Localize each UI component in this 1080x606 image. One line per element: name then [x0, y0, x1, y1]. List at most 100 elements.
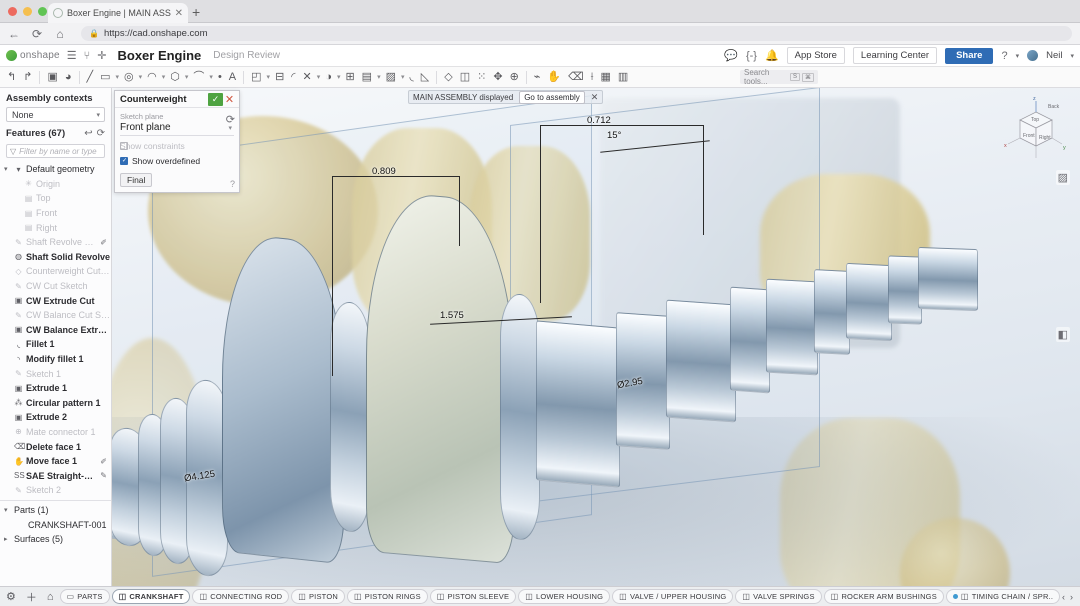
feature-tree-item[interactable]: ⊕ Mate connector 1 — [0, 425, 111, 440]
dim-15-deg[interactable]: 15° — [607, 130, 621, 141]
reload-icon[interactable]: ⟳ — [31, 27, 43, 41]
comment-icon[interactable]: 💬 — [724, 49, 738, 62]
feature-tree-item[interactable]: ◝ Modify fillet 1 — [0, 352, 111, 367]
document-tab[interactable]: ◫ LOWER HOUSING — [518, 589, 611, 604]
section-icon[interactable]: ▦ — [598, 71, 614, 83]
crankpin-journal-1[interactable] — [330, 299, 370, 535]
feature-tree-item[interactable]: ✎ Sketch 2 — [0, 483, 111, 498]
refresh-icon[interactable]: ⟳ — [97, 128, 105, 139]
shaft-segment-c[interactable] — [666, 299, 736, 423]
draft-icon[interactable]: ▨ — [383, 71, 399, 83]
feature-tree-item[interactable]: ⌫ Delete face 1 — [0, 439, 111, 454]
home-tab-icon[interactable]: ⌂ — [43, 591, 58, 603]
blob-icon[interactable]: ◕ — [62, 71, 75, 83]
shaft-segment-d[interactable] — [730, 286, 770, 394]
scroll-left-icon[interactable]: ‹ — [1062, 592, 1065, 602]
undo-icon[interactable]: ↰ — [4, 71, 19, 83]
chevron-icon[interactable]: ▸ — [4, 535, 11, 543]
view-cube-graphic[interactable]: Top Front Right Back z x y — [1000, 94, 1072, 166]
app-store-button[interactable]: App Store — [786, 47, 845, 64]
edit-pencil-icon[interactable]: ✎ — [100, 471, 107, 480]
feature-tree-item[interactable]: ▣CW Balance Extrude Cut — [0, 323, 111, 338]
shaft-segment-f[interactable] — [814, 269, 850, 355]
chamfer-icon[interactable]: ◺ — [418, 71, 432, 83]
dim-1-575[interactable]: 1.575 — [440, 310, 464, 321]
shell-icon[interactable]: ▤ — [359, 71, 375, 83]
mirror-icon[interactable]: ◫ — [457, 71, 473, 83]
sketch-feature-dialog[interactable]: Counterweight ✓ ✕ ⟳ Sketch plane Front p… — [114, 90, 240, 193]
chevron-down-icon[interactable]: ▾ — [266, 74, 272, 81]
feature-tree-item[interactable]: ▾ ▾ Default geometry — [0, 162, 111, 177]
counterweight-web-2-selected[interactable] — [366, 189, 514, 565]
feature-tree-item[interactable]: ✎ CW Balance Cut Sketch — [0, 308, 111, 323]
chevron-down-icon[interactable]: ▾ — [336, 74, 342, 81]
edit-pencil-icon[interactable]: ✐ — [100, 457, 107, 466]
document-tab[interactable]: ◫ PISTON RINGS — [346, 589, 428, 604]
delete-face-icon[interactable]: ⌫ — [565, 71, 587, 83]
feature-tree-group[interactable]: CRANKSHAFT-001 — [0, 517, 111, 532]
help-icon[interactable]: ? — [1001, 50, 1007, 62]
sketch-icon[interactable]: ▣ — [44, 71, 60, 83]
chevron-down-icon[interactable]: ▾ — [138, 74, 144, 81]
show-constraints-row[interactable]: Show constraints — [120, 141, 234, 151]
show-overdefined-row[interactable]: Show overdefined — [120, 156, 234, 166]
shaft-segment-h[interactable] — [888, 255, 922, 325]
revolve-icon[interactable]: ⊟ — [272, 71, 287, 83]
chevron-down-icon[interactable]: ▾ — [115, 74, 121, 81]
url-input[interactable]: 🔒 https://cad.onshape.com — [81, 26, 1072, 41]
add-tab-icon[interactable]: ＋ — [22, 589, 41, 605]
scroll-right-icon[interactable]: › — [1070, 592, 1073, 602]
document-tab[interactable]: ◫ VALVE / UPPER HOUSING — [612, 589, 734, 604]
feature-tree-item[interactable]: ▤ Front — [0, 206, 111, 221]
help-icon[interactable]: ? — [230, 179, 235, 189]
arc-icon[interactable]: ◠ — [144, 71, 160, 83]
share-button[interactable]: Share — [945, 47, 994, 64]
thicken-icon[interactable]: ◑ — [322, 71, 335, 83]
history-icon[interactable]: ↩ — [84, 128, 92, 139]
edit-pencil-icon[interactable]: ✐ — [100, 238, 107, 247]
chevron-down-icon[interactable]: ▾ — [376, 74, 382, 81]
avatar[interactable] — [1027, 50, 1039, 61]
chevron-down-icon[interactable]: ▾ — [400, 74, 406, 81]
chevron-icon[interactable]: ▾ — [4, 165, 11, 173]
sketch-plane-value[interactable]: Front plane ▾ — [120, 122, 234, 133]
close-window-button[interactable] — [8, 7, 17, 16]
feature-tree-item[interactable]: ◇ Counterweight Cut Plane — [0, 264, 111, 279]
rib-icon[interactable]: ⊞ — [342, 71, 357, 83]
counterweight-web-1[interactable] — [222, 231, 344, 565]
boolean-icon[interactable]: ⊕ — [507, 71, 522, 83]
feature-tree-item[interactable]: ▤ Top — [0, 191, 111, 206]
document-tab[interactable]: ◫ ROCKER ARM BUSHINGS — [823, 589, 944, 604]
dim-0-809[interactable]: 0.809 — [372, 166, 396, 177]
search-tools-input[interactable]: Search tools... S ⌘ — [740, 68, 818, 86]
redo-icon[interactable]: ↱ — [20, 71, 35, 83]
forward-icon[interactable]: → — [8, 29, 20, 39]
browser-tab[interactable]: Boxer Engine | MAIN ASSEMB ✕ — [48, 3, 188, 23]
transform-icon[interactable]: ✥ — [490, 71, 505, 83]
section-view-icon[interactable]: ◧ — [1055, 327, 1070, 342]
menu-icon[interactable]: ☰ — [67, 49, 77, 62]
shaft-segment-i[interactable] — [918, 246, 978, 312]
document-tab[interactable]: ◫ CONNECTING ROD — [192, 589, 290, 604]
spline-icon[interactable]: ⌒ — [190, 71, 207, 83]
assembly-contexts-select[interactable]: None ▾ — [6, 107, 105, 122]
document-tab[interactable]: ▭ PARTS — [59, 589, 110, 604]
document-tab[interactable]: ◫ PISTON SLEEVE — [429, 589, 517, 604]
sweep-icon[interactable]: ◜ — [288, 71, 298, 83]
measure-icon[interactable]: ⟊ — [588, 71, 597, 83]
link-icon[interactable]: {-} — [746, 50, 757, 62]
feature-tree[interactable]: ▾ ▾ Default geometry ✳ Origin ▤ Top ▤ Front ▤ Righ… — [0, 162, 111, 586]
user-name[interactable]: Neil — [1046, 50, 1062, 61]
feature-tree-item[interactable]: ◍ Shaft Solid Revolve — [0, 250, 111, 265]
home-icon[interactable]: ⌂ — [54, 27, 66, 41]
maximize-window-button[interactable] — [38, 7, 47, 16]
bell-icon[interactable]: 🔔 — [765, 49, 779, 62]
feature-tree-group[interactable]: ▸ Surfaces (5) — [0, 532, 111, 547]
show-overdefined-checkbox[interactable] — [120, 157, 128, 165]
shaft-segment-a[interactable] — [536, 320, 620, 488]
move-face-icon[interactable]: ✋ — [544, 71, 564, 83]
document-tab[interactable]: ◫ PISTON — [291, 589, 345, 604]
feature-tree-item[interactable]: ✋ Move face 1 ✐ — [0, 454, 111, 469]
close-icon[interactable]: ✕ — [175, 8, 183, 19]
user-caret-icon[interactable]: ▾ — [1070, 52, 1074, 60]
